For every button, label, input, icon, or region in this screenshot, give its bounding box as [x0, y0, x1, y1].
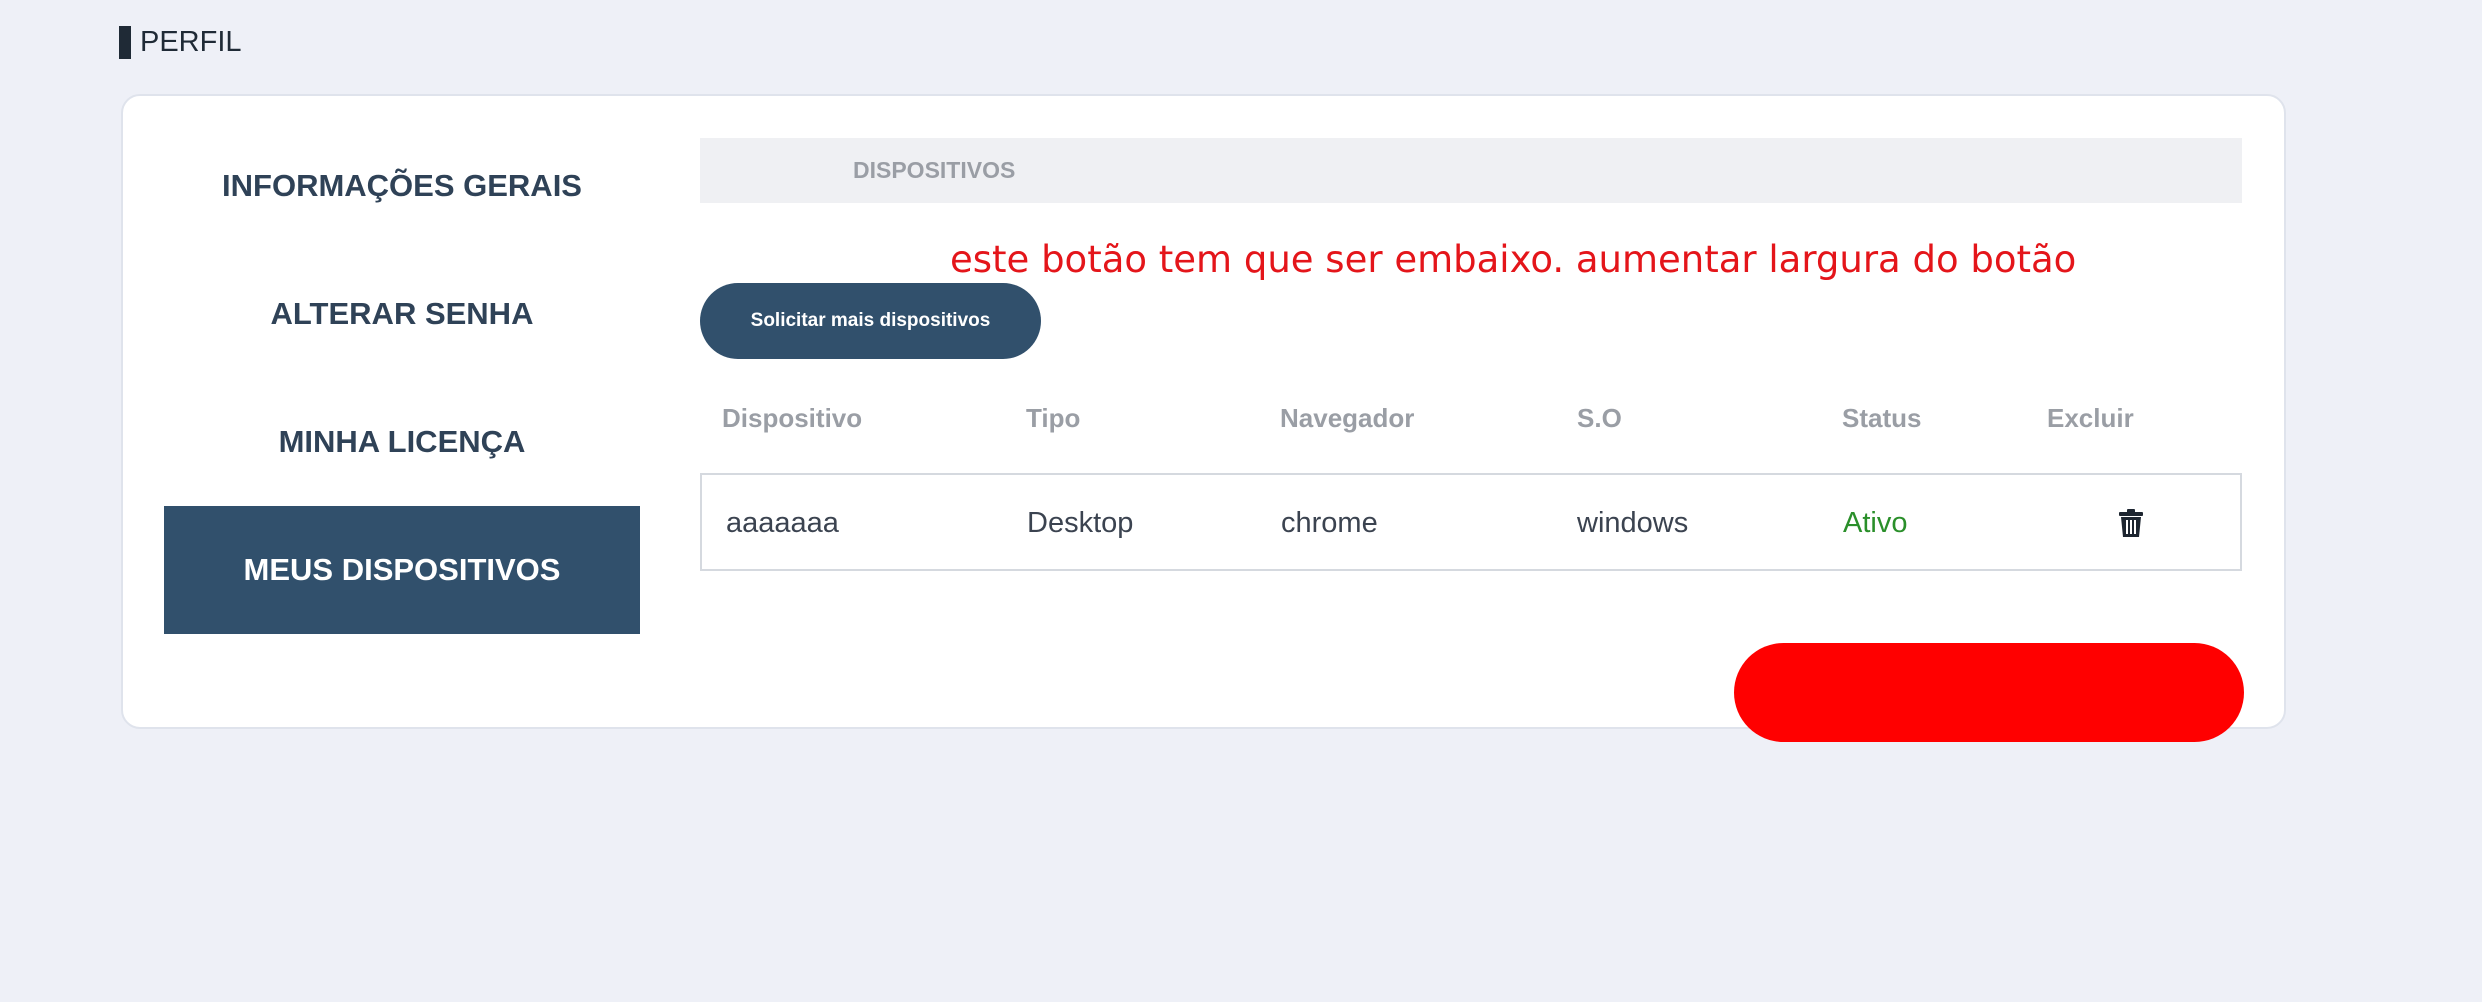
sidebar-item-alterar-senha[interactable]: ALTERAR SENHA [164, 250, 640, 378]
sidebar-item-minha-licenca[interactable]: MINHA LICENÇA [164, 378, 640, 506]
devices-table-header: Dispositivo Tipo Navegador S.O Status Ex… [700, 403, 2242, 443]
table-row: aaaaaaa Desktop chrome windows Ativo [700, 473, 2242, 571]
sidebar-item-meus-dispositivos[interactable]: MEUS DISPOSITIVOS [164, 506, 640, 634]
cell-so: windows [1577, 507, 1689, 539]
column-header-status: Status [1842, 403, 1922, 433]
trash-icon[interactable] [2119, 509, 2143, 537]
section-header: DISPOSITIVOS [700, 138, 2242, 203]
column-header-dispositivo: Dispositivo [722, 403, 863, 433]
review-annotation: este botão tem que ser embaixo. aumentar… [950, 238, 2077, 281]
request-more-devices-button[interactable]: Solicitar mais dispositivos [700, 283, 1041, 359]
annotation-highlight-pill [1734, 643, 2244, 742]
page-header: PERFIL [119, 26, 242, 59]
page-title: PERFIL [140, 26, 242, 58]
cell-tipo: Desktop [1027, 507, 1134, 539]
column-header-excluir: Excluir [2047, 403, 2134, 433]
sidebar: INFORMAÇÕES GERAIS ALTERAR SENHA MINHA L… [164, 122, 640, 634]
column-header-tipo: Tipo [1026, 403, 1081, 433]
sidebar-item-informacoes-gerais[interactable]: INFORMAÇÕES GERAIS [164, 122, 640, 250]
cell-navegador: chrome [1281, 507, 1378, 539]
column-header-navegador: Navegador [1280, 403, 1415, 433]
cell-status: Ativo [1843, 507, 1908, 539]
header-marker [119, 26, 131, 59]
column-header-so: S.O [1577, 403, 1622, 433]
section-title: DISPOSITIVOS [853, 157, 1016, 183]
cell-dispositivo: aaaaaaa [726, 507, 839, 539]
